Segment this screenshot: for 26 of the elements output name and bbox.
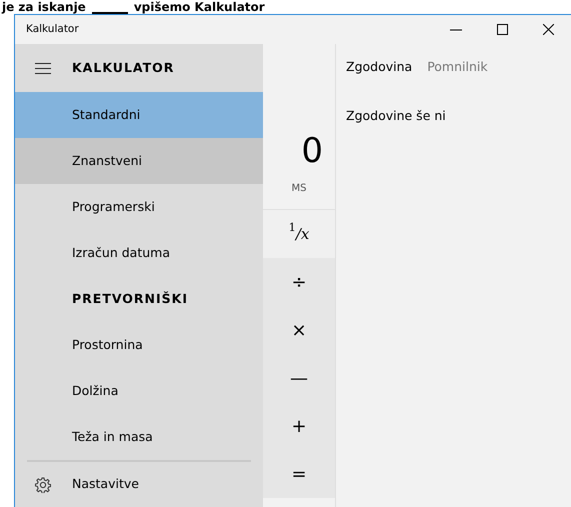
nav-item[interactable]: Standardni <box>15 92 263 138</box>
app-heading: KALKULATOR <box>72 58 174 77</box>
caption-text: vpišemo Kalkulator <box>134 0 265 14</box>
nav-item[interactable]: Znanstveni <box>15 138 263 184</box>
minimize-icon <box>450 28 462 30</box>
nav-item[interactable]: Programerski <box>15 184 263 230</box>
settings-item[interactable]: Nastavitve <box>72 462 263 506</box>
operator-button[interactable]: — <box>263 354 335 402</box>
window-title: Kalkulator <box>25 22 80 37</box>
operator-button[interactable]: + <box>263 402 335 450</box>
nav-item[interactable]: Izračun datuma <box>15 230 263 276</box>
tab[interactable]: Zgodovina <box>346 58 412 77</box>
maximize-icon <box>496 24 508 35</box>
nav-item[interactable]: Prostornina <box>15 322 263 368</box>
nav-item[interactable]: Dolžina <box>15 368 263 414</box>
caption-text: je za iskanje <box>2 0 86 14</box>
nav-item[interactable]: Teža in masa <box>15 414 263 460</box>
close-icon <box>542 24 554 35</box>
empty-history-text: Zgodovine še ni <box>346 106 446 125</box>
section-heading: PRETVORNIŠKI <box>72 290 188 308</box>
operator-button[interactable]: = <box>263 450 335 498</box>
operator-button[interactable]: ÷ <box>263 258 335 306</box>
menu-icon[interactable] <box>35 62 51 74</box>
tab[interactable]: Pomnilnik <box>427 58 488 77</box>
display-value: 0 <box>300 130 324 168</box>
operator-button[interactable]: × <box>263 306 335 354</box>
